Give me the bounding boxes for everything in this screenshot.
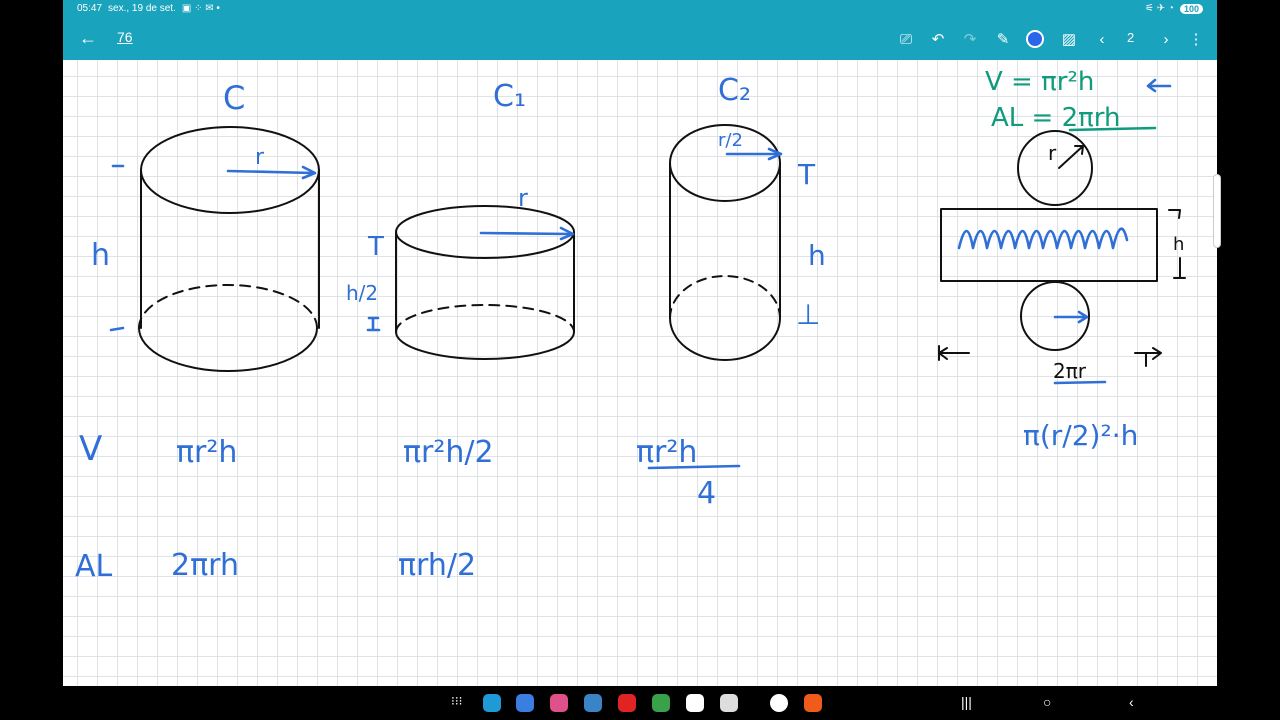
volume-c2-derivation: π(r/2)²·h: [1023, 419, 1138, 452]
back-arrow-icon[interactable]: ←: [77, 27, 99, 49]
battery-indicator: 100: [1179, 3, 1203, 14]
radius-label-c1: r: [518, 184, 528, 212]
row-label-volume: V: [79, 429, 102, 469]
recorder-app-icon[interactable]: [804, 694, 822, 712]
radius-label-c: r: [255, 145, 265, 170]
label-c2: C₂: [718, 73, 751, 108]
note-canvas[interactable]: C r h C₁ r T h/2 C₂ r/2 T h ⊥ V = πr²h A…: [63, 60, 1221, 686]
top-mark-c1: T: [367, 232, 384, 262]
undo-icon[interactable]: ↶: [926, 27, 950, 51]
radius-label-c2: r/2: [718, 130, 743, 151]
recents-icon[interactable]: |||: [961, 694, 972, 710]
status-bar: 05:47 sex., 19 de set. ▣ ⁘ ✉ • ⚟ ✈ ◔ 100: [63, 0, 1217, 17]
shield-app-icon[interactable]: [652, 694, 670, 712]
notes-toolbar: ← 76 ⎚ ↶ ↷ ✎ ▨ ‹ 2 › ⋮: [63, 17, 1217, 60]
row-label-lateral-area: AL: [75, 549, 113, 584]
apps-grid-icon[interactable]: ⁝⁝⁝: [451, 694, 462, 708]
app-icon-1[interactable]: [483, 694, 501, 712]
volume-c2-denominator: 4: [697, 476, 716, 511]
label-c1: C₁: [493, 79, 526, 114]
lateral-area-c: 2πrh: [171, 548, 239, 583]
net-radius-label: r: [1048, 141, 1057, 165]
system-nav-bar: ⁝⁝⁝ ||| ○ ‹: [63, 686, 1217, 720]
gmail-icon[interactable]: [686, 694, 704, 712]
height-label-c1: h/2: [346, 281, 378, 305]
cylinder-c: [109, 126, 320, 372]
volume-c1: πr²h/2: [403, 435, 494, 470]
cylinder-c1: [366, 205, 575, 360]
youtube-icon[interactable]: [618, 694, 636, 712]
camera-icon[interactable]: [720, 694, 738, 712]
flower-app-icon[interactable]: [550, 694, 568, 712]
height-label-c: h: [91, 238, 110, 273]
status-date: sex., 19 de set.: [108, 3, 176, 14]
cylinder-net: [938, 130, 1186, 367]
redo-icon[interactable]: ↷: [958, 27, 982, 51]
cylinder-c2: [669, 124, 783, 361]
pen-icon[interactable]: ✎: [991, 27, 1015, 51]
chevron-left-icon[interactable]: ‹: [1090, 27, 1114, 51]
image-icon[interactable]: ▨: [1057, 27, 1081, 51]
status-time: 05:47: [77, 3, 103, 14]
more-vert-icon[interactable]: ⋮: [1184, 27, 1208, 51]
formula-volume-general: V = πr²h: [985, 67, 1094, 97]
net-circumference-label: 2πr: [1053, 359, 1087, 383]
google-icon[interactable]: [770, 694, 788, 712]
height-label-c2: h: [808, 239, 826, 272]
bottom-mark-c2: ⊥: [796, 298, 820, 331]
notification-icons: ▣ ⁘ ✉ •: [181, 3, 220, 14]
wifi-icon: ⚟ ✈ ◔: [1145, 3, 1174, 14]
chevron-right-icon[interactable]: ›: [1154, 27, 1178, 51]
scroll-handle[interactable]: [1213, 174, 1221, 248]
top-mark-c2: T: [797, 158, 816, 191]
volume-c: πr²h: [176, 435, 237, 470]
lateral-area-c1: πrh/2: [398, 548, 476, 583]
label-c: C: [223, 79, 245, 117]
net-height-label: h: [1173, 234, 1184, 255]
app-window: 05:47 sex., 19 de set. ▣ ⁘ ✉ • ⚟ ✈ ◔ 100…: [63, 0, 1221, 720]
k-app-icon[interactable]: [584, 694, 602, 712]
home-icon[interactable]: ○: [1043, 694, 1051, 710]
volume-c2-numerator: πr²h: [636, 435, 697, 470]
pen-color-swatch[interactable]: [1026, 30, 1044, 48]
page-number: 2: [1127, 30, 1135, 45]
handwriting-layer: C r h C₁ r T h/2 C₂ r/2 T h ⊥ V = πr²h A…: [75, 67, 1186, 584]
back-nav-icon[interactable]: ‹: [1129, 694, 1134, 710]
page-title[interactable]: 76: [117, 29, 133, 45]
cast-icon[interactable]: ⎚: [894, 27, 918, 51]
cloud-app-icon[interactable]: [516, 694, 534, 712]
